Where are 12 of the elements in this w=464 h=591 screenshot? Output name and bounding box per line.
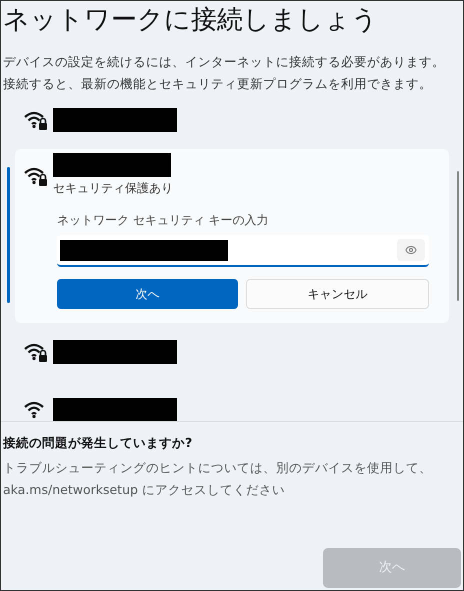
page-title: ネットワークに接続しましょう xyxy=(3,4,379,37)
field-label: ネットワーク セキュリティ キーの入力 xyxy=(57,212,270,229)
cancel-button[interactable]: キャンセル xyxy=(246,279,429,309)
description: デバイスの設定を続けるには、インターネットに接続する必要があります。接続すると、最新の機能とセキュリティ更新プログラムを利用できます。 xyxy=(3,53,446,93)
eye-icon xyxy=(405,244,417,256)
scrollbar[interactable] xyxy=(457,171,459,301)
security-key-field[interactable] xyxy=(57,235,429,267)
next-button[interactable]: 次へ xyxy=(57,279,238,309)
help-heading: 接続の問題が発生していますか? xyxy=(3,434,194,452)
network-status: セキュリティ保護あり xyxy=(53,180,173,197)
help-text: トラブルシューティングのヒントについては、別のデバイスを使用して、aka.ms/networksetup にアクセスしてください xyxy=(3,458,433,499)
show-password-button[interactable] xyxy=(397,239,425,261)
